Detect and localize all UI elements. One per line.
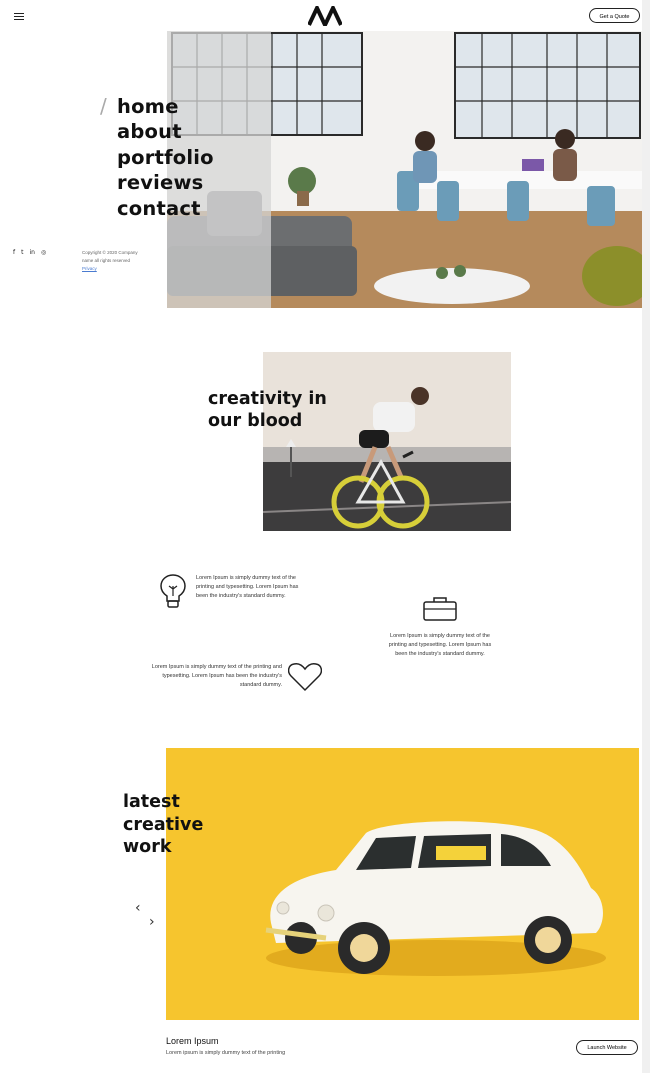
chevron-right-icon[interactable]: › — [149, 914, 155, 930]
social-links: f t in ◎ — [13, 249, 46, 256]
project-title: Lorem Ipsum — [166, 1036, 219, 1046]
launch-website-button[interactable]: Launch Website — [576, 1040, 638, 1055]
page-scrollbar[interactable] — [642, 0, 650, 1073]
work-headline: latest creative work — [123, 791, 203, 859]
cyclist-image — [263, 352, 511, 531]
project-description: Lorem ipsum is simply dummy text of the … — [166, 1050, 286, 1056]
nav-divider: / — [100, 94, 107, 118]
copyright-text: Copyright © 2020 Company name all rights… — [82, 249, 142, 273]
feature-text-3: Lorem Ipsum is simply dummy text of the … — [151, 664, 282, 688]
nav-item-about[interactable]: about — [117, 119, 214, 144]
get-quote-button[interactable]: Get a Quote — [589, 8, 640, 23]
feature-text-1: Lorem Ipsum is simply dummy text of the … — [196, 575, 299, 599]
work-headline-line-3: work — [123, 837, 172, 857]
nav-item-reviews[interactable]: reviews — [117, 170, 214, 195]
lightbulb-icon — [160, 574, 186, 608]
nav-item-portfolio[interactable]: portfolio — [117, 145, 214, 170]
featured-work-image — [166, 748, 639, 1020]
feature-text-2: Lorem Ipsum is simply dummy text of the … — [388, 633, 492, 657]
about-headline: creativity in our blood — [208, 388, 327, 432]
facebook-icon[interactable]: f — [13, 249, 15, 256]
twitter-icon[interactable]: t — [21, 249, 23, 256]
hero-office-image — [167, 31, 642, 308]
about-headline-line-1: creativity in — [208, 389, 327, 409]
top-bar: Get a Quote — [0, 0, 642, 31]
copyright-line-1: Copyright © 2020 Company — [82, 250, 138, 255]
privacy-link[interactable]: Privacy — [82, 266, 97, 271]
work-headline-line-1: latest — [123, 792, 180, 812]
hamburger-icon[interactable] — [14, 13, 24, 20]
briefcase-icon — [423, 597, 457, 621]
copyright-line-2: name all rights reserved — [82, 258, 131, 263]
instagram-icon[interactable]: ◎ — [41, 249, 46, 256]
nav-item-home[interactable]: home — [117, 94, 214, 119]
linkedin-icon[interactable]: in — [29, 249, 34, 256]
chevron-left-icon[interactable]: ‹ — [135, 900, 141, 916]
nav-item-contact[interactable]: contact — [117, 196, 214, 221]
heart-icon — [288, 663, 322, 692]
work-headline-line-2: creative — [123, 814, 204, 835]
about-headline-line-2: our blood — [208, 411, 303, 431]
main-nav: home about portfolio reviews contact — [117, 94, 214, 221]
brand-logo[interactable] — [308, 6, 342, 26]
